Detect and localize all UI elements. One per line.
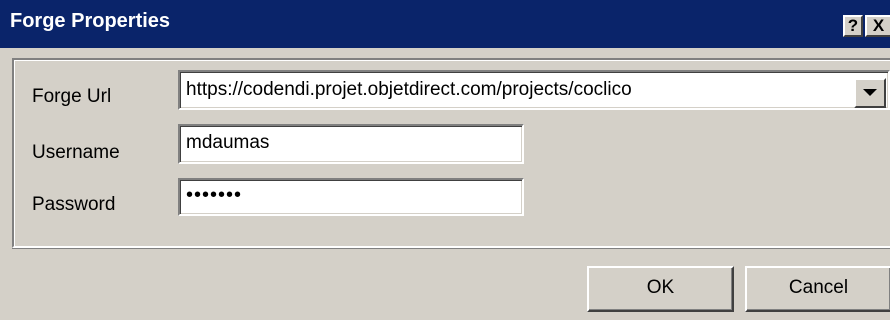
- help-icon[interactable]: ?: [843, 15, 863, 37]
- password-label: Password: [32, 194, 116, 215]
- password-value: •••••••: [186, 184, 243, 206]
- forge-url-value: https://codendi.projet.objetdirect.com/p…: [186, 79, 632, 100]
- dialog-title: Forge Properties: [10, 10, 171, 32]
- username-label: Username: [32, 142, 120, 163]
- close-icon[interactable]: X: [865, 15, 890, 37]
- forge-url-label: Forge Url: [32, 86, 112, 107]
- username-value: mdaumas: [186, 132, 270, 153]
- username-field[interactable]: mdaumas: [178, 124, 524, 164]
- title-bar[interactable]: Forge Properties ? X: [0, 0, 890, 48]
- cancel-button[interactable]: Cancel: [745, 266, 890, 312]
- forge-properties-dialog: Forge Properties ? X Forge Url https://c…: [0, 0, 890, 320]
- password-field[interactable]: •••••••: [178, 178, 524, 216]
- chevron-down-icon[interactable]: [854, 78, 886, 108]
- ok-button[interactable]: OK: [587, 266, 734, 312]
- forge-url-combobox[interactable]: https://codendi.projet.objetdirect.com/p…: [178, 70, 890, 110]
